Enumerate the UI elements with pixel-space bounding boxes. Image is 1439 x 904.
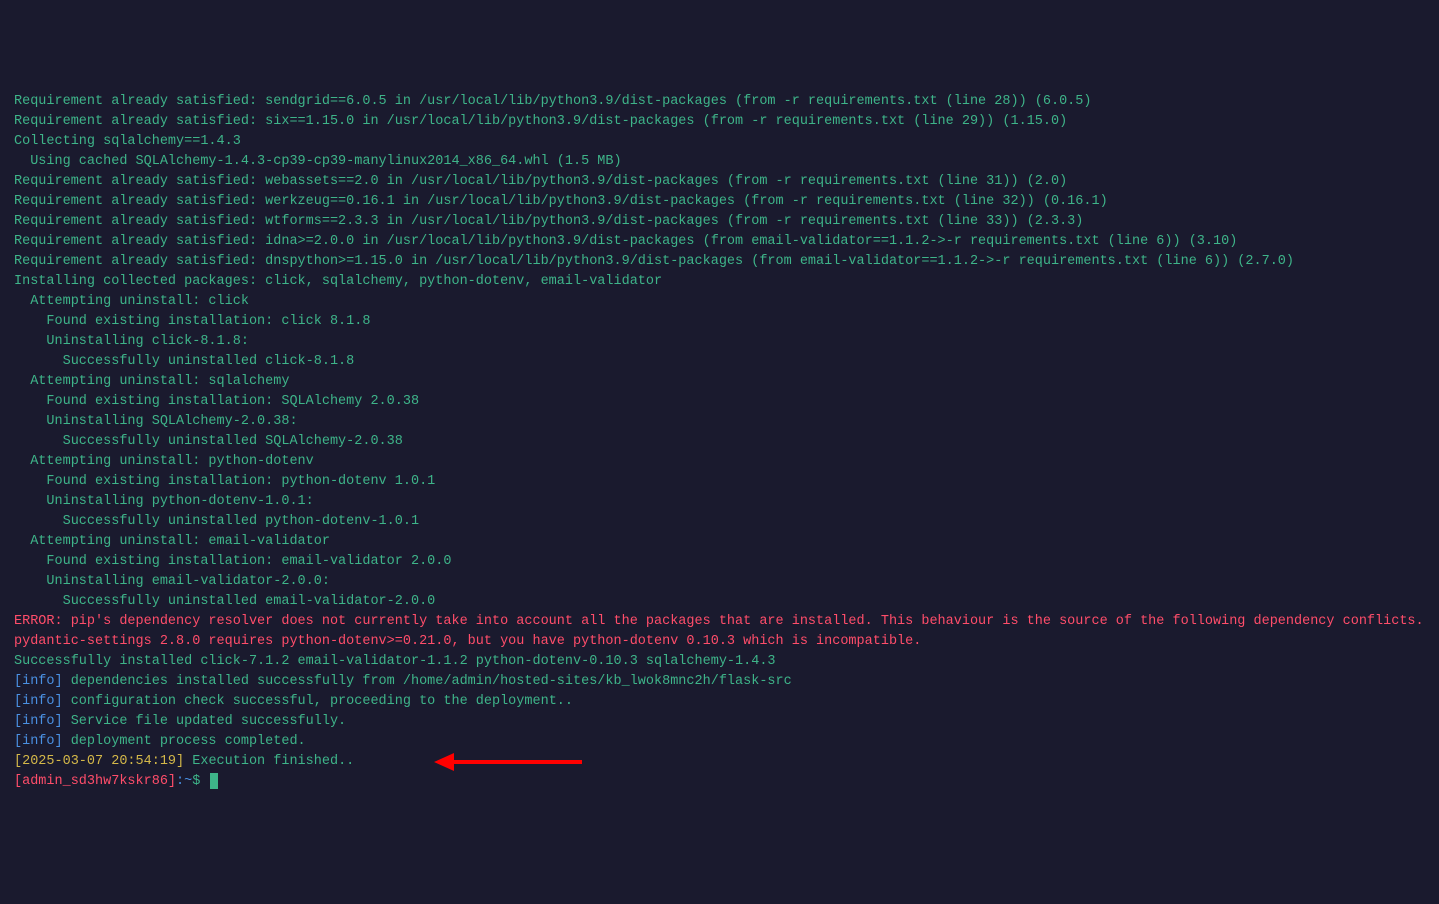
info-message: dependencies installed successfully from… xyxy=(63,674,792,689)
info-tag: [info] xyxy=(14,714,63,729)
info-line: [info] deployment process completed. xyxy=(14,732,1425,752)
info-message: configuration check successful, proceedi… xyxy=(63,694,573,709)
annotation-arrow-icon xyxy=(434,756,584,768)
terminal-line: Successfully uninstalled click-8.1.8 xyxy=(14,352,1425,372)
info-tag: [info] xyxy=(14,734,63,749)
terminal-line: Uninstalling SQLAlchemy-2.0.38: xyxy=(14,412,1425,432)
prompt-symbol: $ xyxy=(192,774,208,789)
terminal-line: Successfully uninstalled SQLAlchemy-2.0.… xyxy=(14,432,1425,452)
terminal-line: Found existing installation: email-valid… xyxy=(14,552,1425,572)
terminal-line: Found existing installation: SQLAlchemy … xyxy=(14,392,1425,412)
cursor-icon xyxy=(210,773,218,789)
terminal-line: Installing collected packages: click, sq… xyxy=(14,272,1425,292)
info-line: [info] Service file updated successfully… xyxy=(14,712,1425,732)
terminal-line: Requirement already satisfied: sendgrid=… xyxy=(14,92,1425,112)
terminal-line: Requirement already satisfied: idna>=2.0… xyxy=(14,232,1425,252)
terminal-line: Found existing installation: click 8.1.8 xyxy=(14,312,1425,332)
terminal-line: Attempting uninstall: click xyxy=(14,292,1425,312)
terminal-output[interactable]: Requirement already satisfied: sendgrid=… xyxy=(14,92,1425,792)
info-line: [info] configuration check successful, p… xyxy=(14,692,1425,712)
terminal-line: Uninstalling python-dotenv-1.0.1: xyxy=(14,492,1425,512)
terminal-line: Requirement already satisfied: dnspython… xyxy=(14,252,1425,272)
info-message: deployment process completed. xyxy=(63,734,306,749)
terminal-line: Using cached SQLAlchemy-1.4.3-cp39-cp39-… xyxy=(14,152,1425,172)
timestamp-line: [2025-03-07 20:54:19] Execution finished… xyxy=(14,752,354,772)
terminal-line: Successfully installed click-7.1.2 email… xyxy=(14,652,1425,672)
terminal-line: ERROR: pip's dependency resolver does no… xyxy=(14,612,1425,632)
terminal-line: Requirement already satisfied: werkzeug=… xyxy=(14,192,1425,212)
info-tag: [info] xyxy=(14,674,63,689)
info-message: Service file updated successfully. xyxy=(63,714,347,729)
info-line: [info] dependencies installed successful… xyxy=(14,672,1425,692)
terminal-line: Uninstalling email-validator-2.0.0: xyxy=(14,572,1425,592)
terminal-line: pydantic-settings 2.8.0 requires python-… xyxy=(14,632,1425,652)
timestamp-bracket: [2025-03-07 20:54:19] xyxy=(14,754,184,769)
terminal-line: Requirement already satisfied: six==1.15… xyxy=(14,112,1425,132)
info-tag: [info] xyxy=(14,694,63,709)
terminal-line: Requirement already satisfied: webassets… xyxy=(14,172,1425,192)
prompt-line[interactable]: [admin_sd3hw7kskr86]:~$ xyxy=(14,772,1425,792)
terminal-line: Attempting uninstall: sqlalchemy xyxy=(14,372,1425,392)
terminal-line: Requirement already satisfied: wtforms==… xyxy=(14,212,1425,232)
prompt-path: :~ xyxy=(176,774,192,789)
terminal-line: Successfully uninstalled email-validator… xyxy=(14,592,1425,612)
terminal-line: Successfully uninstalled python-dotenv-1… xyxy=(14,512,1425,532)
timestamp-message: Execution finished.. xyxy=(184,754,354,769)
terminal-line: Collecting sqlalchemy==1.4.3 xyxy=(14,132,1425,152)
terminal-line: Attempting uninstall: python-dotenv xyxy=(14,452,1425,472)
terminal-line: Attempting uninstall: email-validator xyxy=(14,532,1425,552)
terminal-line: Uninstalling click-8.1.8: xyxy=(14,332,1425,352)
terminal-line: Found existing installation: python-dote… xyxy=(14,472,1425,492)
prompt-user: [admin_sd3hw7kskr86] xyxy=(14,774,176,789)
